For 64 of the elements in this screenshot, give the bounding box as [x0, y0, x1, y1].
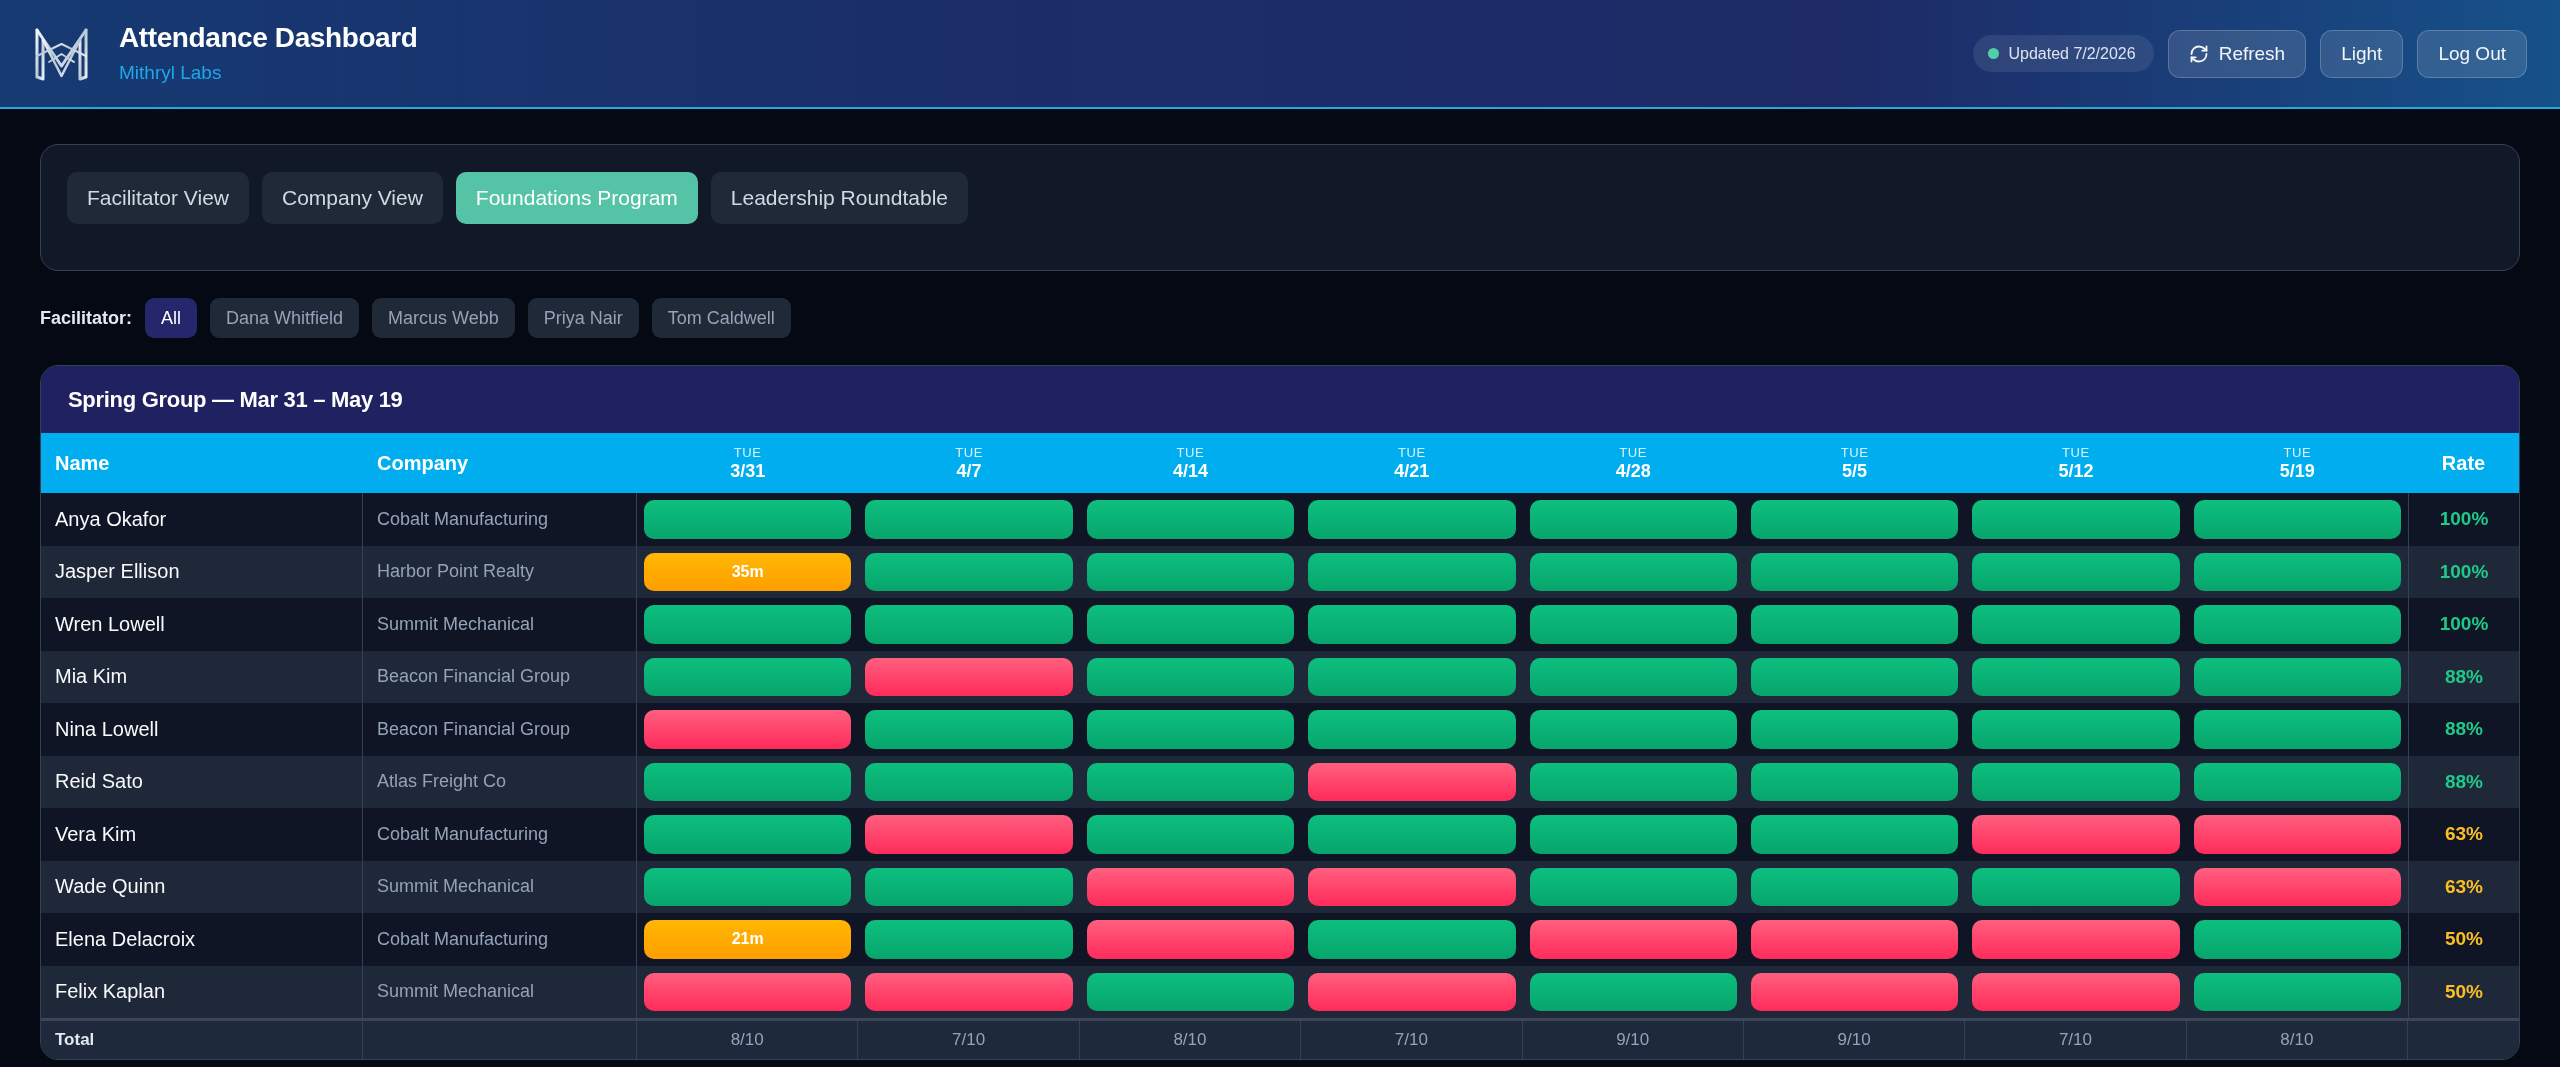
filter-chip[interactable]: All [145, 298, 198, 338]
logo-icon [33, 26, 90, 81]
filter-label: Facilitator: [40, 307, 132, 329]
rate-cell: 50% [2408, 913, 2519, 966]
company-cell: Summit Mechanical [363, 598, 637, 651]
company-cell: Cobalt Manufacturing [363, 808, 637, 861]
updated-text: Updated 7/2/2026 [2008, 44, 2136, 63]
column-date: 5/12 [2058, 461, 2094, 481]
column-weekday: TUE [733, 445, 762, 459]
column-weekday: TUE [2062, 445, 2090, 459]
filter-chip[interactable]: Dana Whitfield [210, 298, 360, 338]
column-weekday: TUE [955, 445, 983, 459]
tab[interactable]: Company View [262, 172, 443, 224]
header-button[interactable]: Log Out [2417, 29, 2527, 78]
filter-chip[interactable]: Priya Nair [527, 298, 639, 338]
column-weekday: TUE [1840, 445, 1869, 459]
name-cell: Vera Kim [41, 808, 363, 861]
filter-chip[interactable]: Marcus Webb [372, 298, 515, 338]
attendance-pill: 21m [644, 920, 852, 959]
tab[interactable]: Leadership Roundtable [710, 172, 968, 224]
total-cell: 7/10 [858, 1021, 1080, 1059]
name-cell: Anya Okafor [41, 493, 363, 546]
column-header: Rate [2440, 450, 2487, 476]
column-weekday: TUE [2283, 445, 2312, 459]
column-date: 4/28 [1615, 461, 1651, 481]
attendance-pill: 35m [644, 552, 852, 591]
table-title: Spring Group — Mar 31 – May 19 [68, 386, 403, 413]
column-date: 5/5 [1842, 461, 1868, 481]
total-cell: 8/10 [637, 1021, 859, 1059]
name-cell: Nina Lowell [41, 703, 363, 756]
total-cell: 9/10 [1522, 1021, 1744, 1059]
column-date: 3/31 [730, 461, 766, 481]
column-date: 4/21 [1394, 461, 1430, 481]
total-label: Total [41, 1021, 363, 1059]
column-weekday: TUE [1397, 445, 1426, 459]
filter-chip[interactable]: Tom Caldwell [651, 298, 791, 338]
column-weekday: TUE [1176, 445, 1205, 459]
total-cell: 7/10 [1965, 1021, 2187, 1059]
column-header: Company [376, 450, 470, 476]
total-cell: 8/10 [2186, 1021, 2408, 1059]
name-cell: Elena Delacroix [41, 913, 363, 966]
column-date: 5/19 [2279, 461, 2315, 481]
header-button[interactable]: Light [2320, 29, 2404, 78]
total-cell: 7/10 [1301, 1021, 1523, 1059]
rate-cell: 100% [2408, 598, 2519, 651]
tab[interactable]: Facilitator View [67, 172, 249, 224]
status-dot-icon [1988, 48, 2000, 59]
column-date: 4/7 [956, 461, 982, 481]
rate-cell: 88% [2408, 703, 2519, 756]
column-weekday: TUE [1619, 445, 1648, 459]
refresh-button[interactable]: Refresh [2167, 29, 2307, 78]
rate-cell: 100% [2408, 493, 2519, 546]
refresh-icon [2188, 43, 2209, 64]
app-title: Attendance Dashboard [119, 23, 418, 54]
column-date: 4/14 [1172, 461, 1208, 481]
column-header: Name [54, 450, 111, 476]
total-cell: 8/10 [1079, 1021, 1302, 1059]
app-subtitle: Mithryl Labs [119, 62, 223, 84]
name-cell: Wren Lowell [41, 598, 363, 651]
rate-cell: 63% [2408, 808, 2519, 861]
company-cell: Cobalt Manufacturing [363, 913, 637, 966]
company-cell: Beacon Financial Group [363, 703, 637, 756]
company-cell: Cobalt Manufacturing [363, 493, 637, 546]
total-cell: 9/10 [1743, 1021, 1966, 1059]
